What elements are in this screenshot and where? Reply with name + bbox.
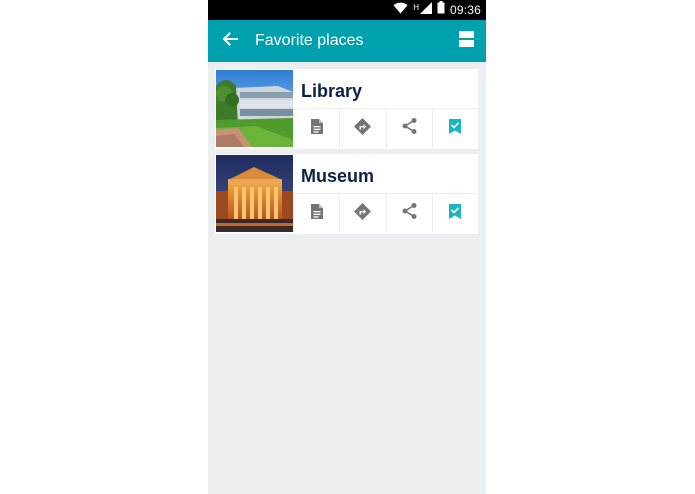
place-title: Museum: [301, 166, 375, 186]
bookmark-check-icon: [449, 118, 462, 139]
bookmark-button[interactable]: [431, 109, 478, 148]
place-card-library[interactable]: Library: [215, 69, 478, 149]
place-title: Library: [301, 81, 363, 101]
place-card-museum[interactable]: Museum: [215, 154, 478, 234]
place-actions: [293, 108, 478, 148]
view-agenda-icon: [458, 30, 474, 52]
bookmark-check-icon: [449, 203, 462, 224]
directions-icon: [354, 117, 372, 140]
details-icon: [310, 203, 323, 224]
directions-icon: [354, 202, 372, 225]
status-icons: H 09:36: [393, 0, 481, 20]
phone-screen: H 09:36 Favorite places Library Museum: [208, 0, 486, 494]
status-time: 09:36: [449, 3, 481, 17]
arrow-left-icon: [222, 31, 238, 51]
place-actions: [293, 193, 478, 233]
signal-icon: [419, 1, 432, 19]
museum-photo[interactable]: [216, 155, 293, 232]
app-toolbar: Favorite places: [208, 20, 486, 62]
library-photo[interactable]: [216, 70, 293, 147]
favorites-list: Library Museum: [215, 69, 478, 239]
battery-icon: [437, 1, 445, 19]
status-bar: H 09:36: [208, 0, 486, 20]
share-button[interactable]: [385, 194, 432, 233]
details-button[interactable]: [293, 109, 339, 148]
details-icon: [310, 118, 323, 139]
share-icon: [402, 118, 417, 139]
network-type-label: H: [413, 2, 419, 12]
wifi-icon: [393, 1, 408, 19]
directions-button[interactable]: [339, 109, 385, 148]
view-toggle-button[interactable]: [457, 30, 475, 52]
details-button[interactable]: [293, 194, 339, 233]
directions-button[interactable]: [339, 194, 385, 233]
bookmark-button[interactable]: [431, 194, 478, 233]
page-title: Favorite places: [255, 32, 364, 49]
back-button[interactable]: [218, 29, 242, 53]
share-button[interactable]: [385, 109, 432, 148]
share-icon: [402, 203, 417, 224]
